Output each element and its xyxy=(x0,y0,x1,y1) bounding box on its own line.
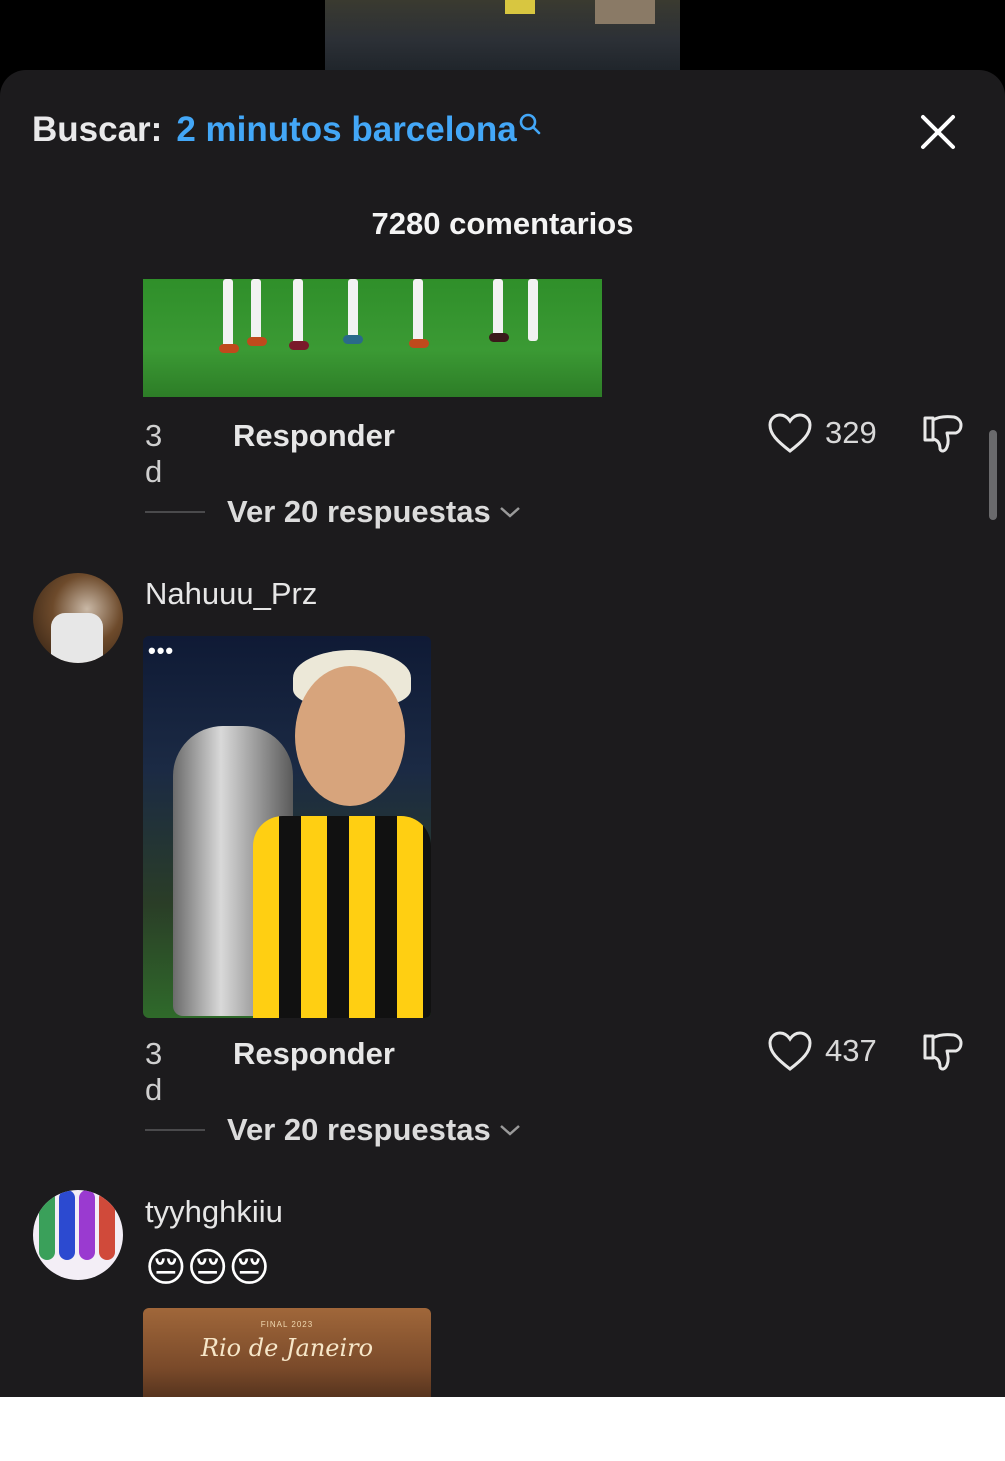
like-button[interactable]: 329 xyxy=(767,412,877,454)
view-replies[interactable]: Ver 20 respuestas xyxy=(145,492,521,532)
comment-time: 3 d xyxy=(145,418,163,489)
comment-text: 😔😔😔 xyxy=(145,1245,271,1291)
like-count: 329 xyxy=(825,415,877,450)
dislike-button[interactable] xyxy=(920,1030,966,1084)
image-subtitle: FINAL 2023 xyxy=(260,1320,314,1329)
comment-image[interactable]: FINAL 2023 Rio de Janeiro xyxy=(143,1308,431,1397)
close-icon xyxy=(921,115,955,149)
comment-count: 7280 comentarios xyxy=(371,206,634,241)
comment-image[interactable] xyxy=(143,279,602,397)
view-replies-label[interactable]: Ver 20 respuestas xyxy=(227,1112,491,1148)
scrollbar[interactable] xyxy=(989,430,997,520)
comment-username[interactable]: tyyhghkiiu xyxy=(145,1194,283,1230)
comments-panel: Buscar: 2 minutos barcelona 7280 comenta… xyxy=(0,70,1005,1397)
divider xyxy=(145,511,205,513)
close-button[interactable] xyxy=(918,112,958,152)
dislike-icon xyxy=(923,415,963,453)
view-replies[interactable]: Ver 20 respuestas xyxy=(145,1110,521,1150)
image-title: Rio de Janeiro xyxy=(200,1334,374,1362)
chevron-down-icon xyxy=(499,1125,520,1136)
dislike-icon xyxy=(923,1033,963,1071)
view-replies-label[interactable]: Ver 20 respuestas xyxy=(227,494,491,530)
avatar[interactable] xyxy=(33,573,123,663)
search-icon[interactable] xyxy=(519,104,541,144)
heart-icon xyxy=(768,413,812,453)
divider xyxy=(145,1129,205,1131)
avatar[interactable] xyxy=(33,1190,123,1280)
comment-username[interactable]: Nahuuu_Prz xyxy=(145,576,317,612)
search-header[interactable]: Buscar: 2 minutos barcelona xyxy=(32,110,541,156)
comment-time: 3 d xyxy=(145,1036,163,1107)
search-query-link[interactable]: 2 minutos barcelona xyxy=(176,110,516,150)
video-thumbnail[interactable] xyxy=(325,0,680,80)
chevron-down-icon xyxy=(499,507,520,518)
reply-button[interactable]: Responder xyxy=(233,418,395,454)
more-options-icon[interactable]: ••• xyxy=(148,638,174,664)
heart-icon xyxy=(768,1031,812,1071)
like-count: 437 xyxy=(825,1033,877,1068)
comment-image[interactable]: ••• xyxy=(143,636,431,1018)
search-label: Buscar: xyxy=(32,110,163,149)
reply-button[interactable]: Responder xyxy=(233,1036,395,1072)
dislike-button[interactable] xyxy=(920,412,966,466)
like-button[interactable]: 437 xyxy=(767,1030,877,1072)
